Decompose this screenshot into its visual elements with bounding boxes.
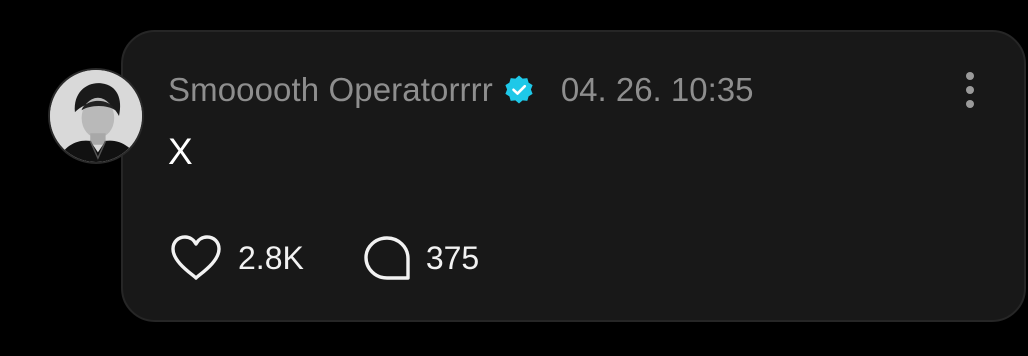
heart-icon xyxy=(168,234,224,282)
post-timestamp: 04. 26. 10:35 xyxy=(560,71,754,108)
avatar[interactable] xyxy=(48,68,144,164)
avatar-image xyxy=(50,70,142,162)
screen: Smooooth Operatorrrr 04. 26. 10:35 X 2.8… xyxy=(0,0,1028,356)
reply-button[interactable]: 375 xyxy=(362,234,479,282)
post-header: Smooooth Operatorrrr 04. 26. 10:35 xyxy=(168,68,753,112)
post-text: X xyxy=(168,131,193,172)
more-options-button[interactable] xyxy=(950,68,990,112)
like-count: 2.8K xyxy=(238,239,304,276)
username[interactable]: Smooooth Operatorrrr xyxy=(168,71,493,109)
verified-badge-icon xyxy=(503,74,535,106)
post-actions: 2.8K 375 xyxy=(168,232,479,284)
comment-bubble-icon xyxy=(362,234,412,282)
like-button[interactable]: 2.8K xyxy=(168,234,304,282)
reply-count: 375 xyxy=(425,239,480,276)
more-vertical-icon xyxy=(966,72,974,108)
